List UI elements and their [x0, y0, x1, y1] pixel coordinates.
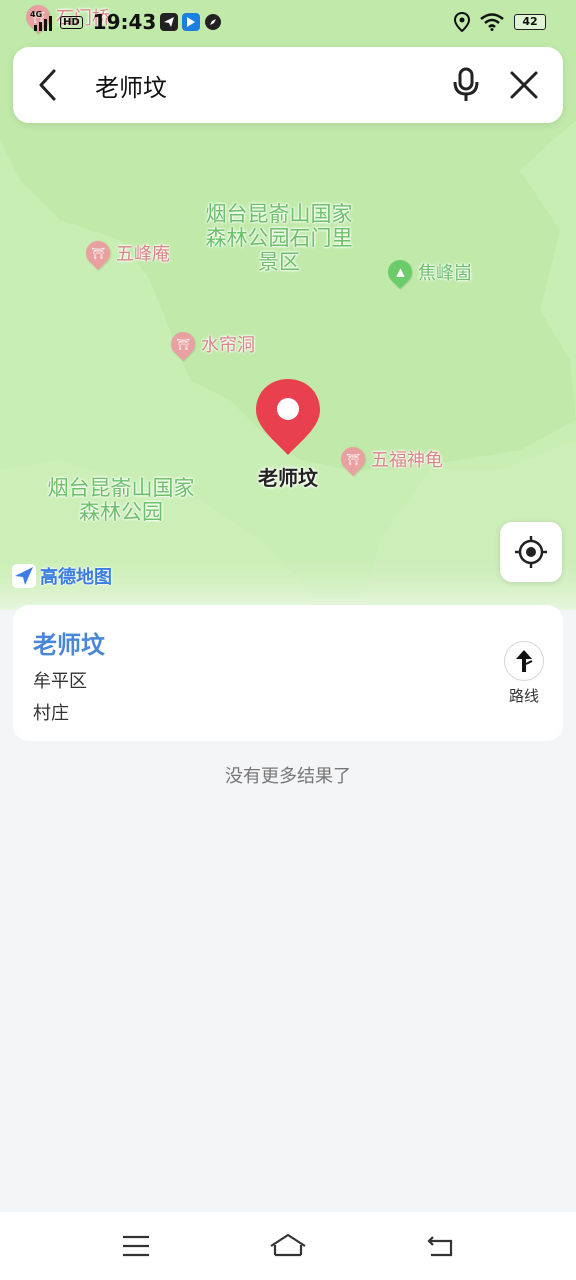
no-more-results-text: 没有更多结果了	[225, 766, 351, 787]
route-icon-circle	[504, 641, 544, 681]
temple-icon: ⛩	[81, 236, 115, 270]
status-time: 19:43	[92, 10, 157, 34]
menu-icon	[123, 1235, 149, 1257]
mountain-icon: ▲	[383, 255, 417, 289]
selected-location-label: 老师坟	[258, 466, 318, 490]
poi-label: 五福神龟	[371, 450, 443, 471]
route-arrow-icon	[516, 650, 533, 672]
amap-logo-icon	[12, 564, 36, 588]
battery-indicator: 42	[514, 14, 546, 30]
voice-search-button[interactable]	[437, 47, 495, 123]
poi-label: 五峰庵	[116, 244, 170, 265]
result-district: 牟平区	[33, 671, 87, 692]
amap-logo-text: 高德地图	[40, 567, 112, 588]
locate-me-button[interactable]	[500, 522, 562, 582]
chevron-left-icon	[39, 69, 56, 101]
clear-search-button[interactable]	[495, 47, 553, 123]
crosshair-icon	[515, 536, 547, 568]
poi-wufushengui[interactable]: ⛩ 五福神龟	[336, 442, 443, 476]
result-category: 村庄	[33, 703, 69, 724]
app-notification-icon	[182, 13, 201, 31]
route-button[interactable]: 路线	[503, 641, 545, 706]
search-bar: 老师坟	[13, 47, 563, 123]
poi-label: 水帘洞	[201, 335, 255, 356]
area-label-forest-park: 烟台昆嵛山国家森林公园	[47, 476, 195, 524]
poi-jiaofenggu[interactable]: ▲ 焦峰崮	[383, 255, 472, 289]
search-input[interactable]: 老师坟	[83, 68, 437, 103]
amap-logo: 高德地图	[12, 563, 112, 589]
status-bar: HD 19:43 42	[0, 0, 576, 44]
selected-location-pin-icon[interactable]	[255, 377, 321, 457]
poi-label: 焦峰崮	[418, 263, 472, 284]
poi-shuiliandong[interactable]: ⛩ 水帘洞	[166, 327, 255, 361]
route-label: 路线	[508, 687, 539, 705]
result-title[interactable]: 老师坟	[33, 625, 105, 660]
network-type: 4G	[30, 10, 43, 19]
result-card[interactable]: 老师坟 牟平区 村庄 路线	[13, 605, 563, 741]
back-arrow-icon	[427, 1236, 453, 1257]
home-icon	[270, 1233, 306, 1257]
wifi-icon	[480, 13, 504, 31]
temple-icon: ⛩	[166, 327, 200, 361]
hd-badge: HD	[60, 15, 83, 29]
telegram-notification-icon	[160, 13, 179, 31]
back-nav-button[interactable]	[410, 1221, 470, 1271]
home-button[interactable]	[258, 1221, 318, 1271]
close-icon	[510, 71, 538, 99]
system-nav-bar	[0, 1212, 576, 1280]
location-service-icon	[454, 12, 470, 32]
poi-wufengan[interactable]: ⛩ 五峰庵	[81, 236, 170, 270]
temple-icon: ⛩	[336, 442, 370, 476]
compass-notification-icon	[205, 14, 222, 30]
back-button[interactable]	[13, 47, 83, 123]
microphone-icon	[453, 67, 479, 101]
area-label-shimenli: 烟台昆嵛山国家森林公园石门里景区	[205, 202, 353, 274]
recent-apps-button[interactable]	[106, 1221, 166, 1271]
